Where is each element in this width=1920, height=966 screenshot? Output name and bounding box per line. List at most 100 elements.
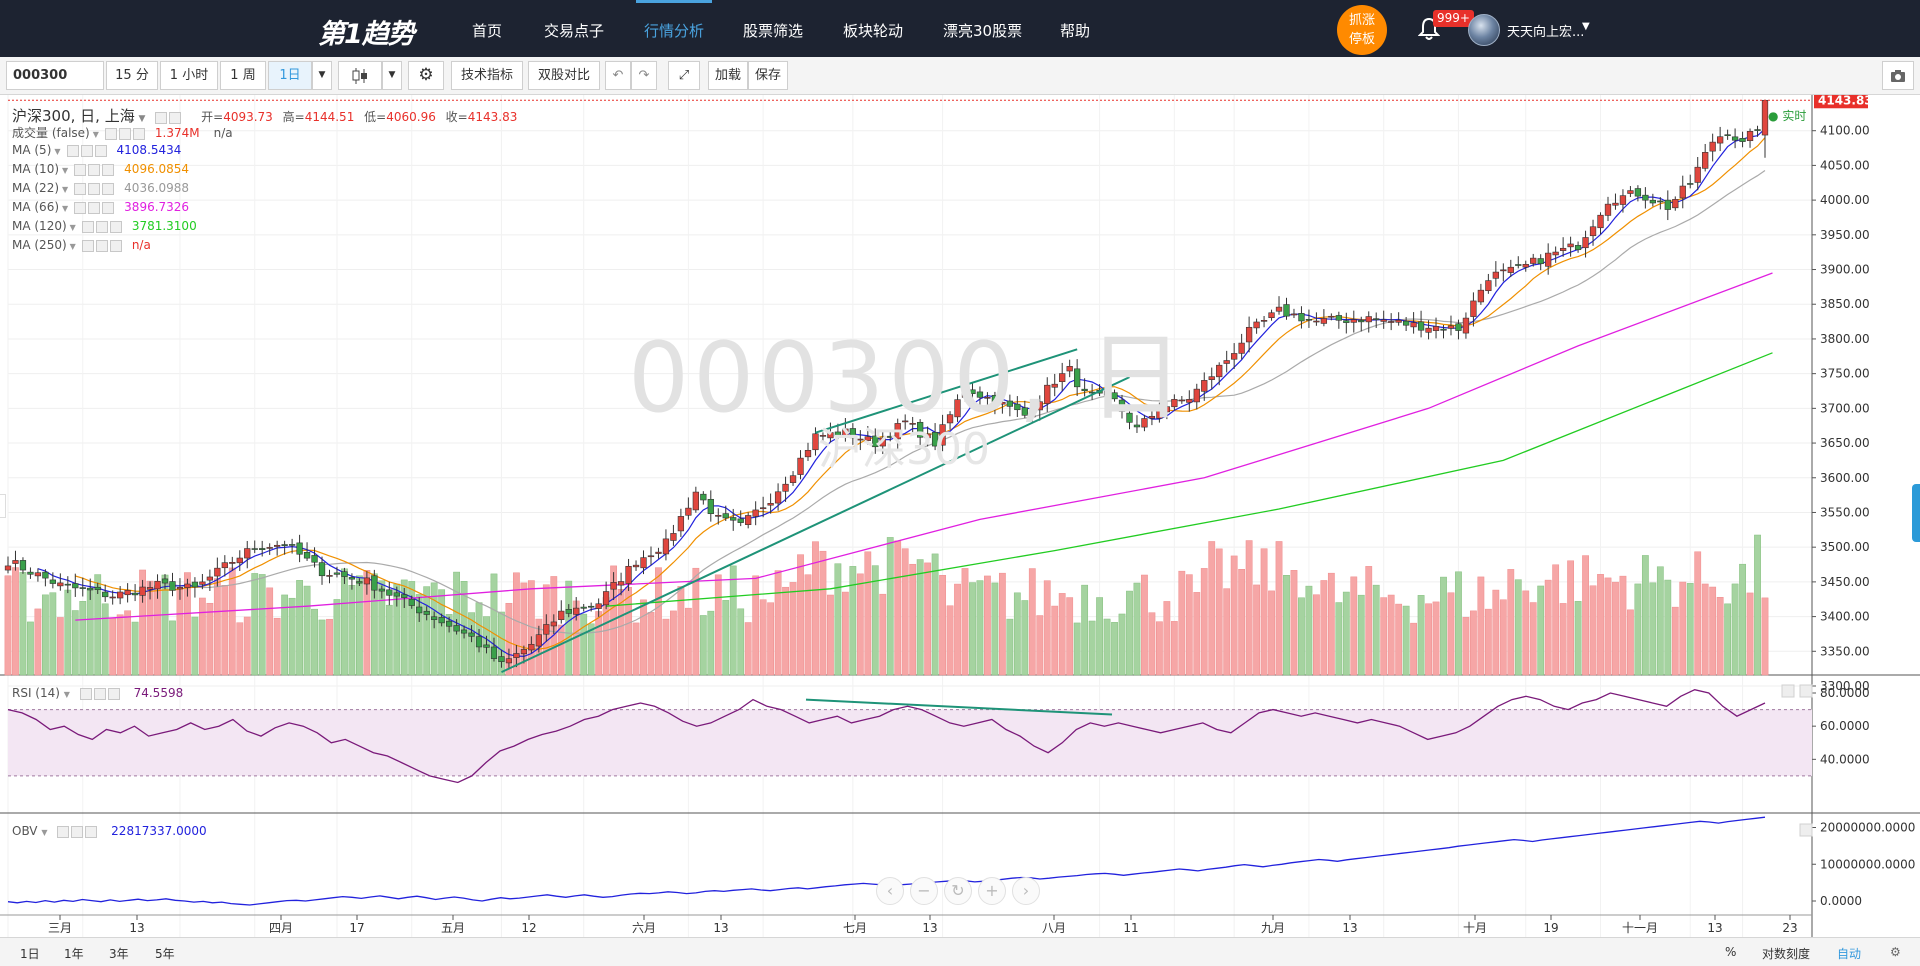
rsi-label[interactable]: RSI (14) [12,686,60,700]
indicator-controls[interactable] [66,144,109,158]
nav-stock-screener[interactable]: 股票筛选 [743,0,803,57]
indicator-controls[interactable] [74,182,116,196]
volume-bar [1290,570,1298,676]
volume-bar [1365,566,1373,676]
indicator-controls[interactable] [81,239,124,253]
title-controls[interactable] [155,111,183,125]
obv-label[interactable]: OBV [12,824,38,838]
indicator-label[interactable]: MA (22) [12,181,59,195]
chevron-down-icon[interactable]: ▼ [41,828,47,837]
obv-value: 22817337.0000 [111,824,207,838]
limit-up-button[interactable]: 抓涨 停板 [1337,5,1387,55]
technical-indicators-button[interactable]: 技术指标 [451,61,523,90]
top-navigation: 第1趋势 首页 交易点子 行情分析 股票筛选 板块轮动 漂亮30股票 帮助 抓涨… [0,0,1920,57]
camera-icon[interactable] [1882,61,1914,90]
volume-bar [213,578,221,676]
volume-bar [131,621,139,676]
panel-button [1781,684,1795,698]
range-1year[interactable]: 1年 [64,945,84,962]
nav-home[interactable]: 首页 [472,0,502,57]
symbol-input[interactable]: 000300 [6,61,104,90]
chart-area[interactable]: 4143.83 3300.00 3350.00 3400.00 3450.00 3500.… [0,95,1920,937]
price-axis-label: 3500.00 [1820,540,1870,554]
period-1week[interactable]: 1 周 [220,61,266,90]
candle-body [1552,251,1559,256]
log-scale-toggle[interactable]: 对数刻度 [1762,945,1810,962]
indicator-label[interactable]: MA (66) [12,200,59,214]
chevron-down-icon[interactable]: ▼ [62,185,68,194]
indicator-label[interactable]: 成交量 (false) [12,126,90,140]
site-logo[interactable]: 第1趋势 [318,12,415,51]
indicator-label[interactable]: MA (250) [12,238,67,252]
volume-bar [856,573,864,676]
volume-bar [1298,597,1305,676]
range-3year[interactable]: 3年 [109,945,129,962]
candle-type-icon[interactable] [338,61,382,90]
indicator-controls[interactable] [74,201,116,215]
load-button[interactable]: 加载 [708,61,748,90]
settings-gear-icon[interactable]: ⚙ [1890,945,1901,959]
auto-scale-toggle[interactable]: 自动 [1837,945,1861,962]
scroll-left-icon[interactable]: ‹ [876,877,904,905]
indicator-label[interactable]: MA (120) [12,219,67,233]
right-panel-handle[interactable] [1912,484,1920,542]
chart-type-dropdown-icon[interactable]: ▼ [382,61,402,90]
left-panel-handle[interactable] [0,494,6,518]
candle-body [266,547,273,549]
reset-icon[interactable]: ↻ [944,877,972,905]
avatar[interactable] [1468,14,1500,46]
chevron-down-icon[interactable]: ▼ [62,166,68,175]
nav-market-analysis[interactable]: 行情分析 [635,0,713,57]
candle-body [124,590,131,596]
indicator-label[interactable]: MA (10) [12,162,59,176]
undo-icon[interactable]: ↶ [605,61,631,90]
nav-trade-ideas[interactable]: 交易点子 [544,0,604,57]
scroll-right-icon[interactable]: › [1012,877,1040,905]
candle-body [1014,403,1021,411]
caret-down-icon[interactable]: ▼ [1582,21,1590,32]
indicator-controls[interactable] [104,127,147,141]
indicator-label[interactable]: MA (5) [12,143,51,157]
settings-gear-icon[interactable]: ⚙ [408,61,444,90]
zoom-in-icon[interactable]: + [978,877,1006,905]
nav-sector-rotation[interactable]: 板块轮动 [843,0,903,57]
fullscreen-icon[interactable]: ⤢ [668,61,700,90]
chevron-down-icon[interactable]: ▼ [93,130,99,139]
nav-help[interactable]: 帮助 [1060,0,1090,57]
username[interactable]: 天天向上宏... [1507,21,1584,40]
candle-body [1746,130,1754,142]
chevron-down-icon[interactable]: ▼ [54,147,60,156]
candle-body [341,571,348,577]
candle-body [969,389,976,394]
volume-bar [1238,569,1246,676]
nav-top30-stocks[interactable]: 漂亮30股票 [943,0,1022,57]
time-axis-label: 十月 [1463,921,1487,935]
period-1day[interactable]: 1日 [268,61,312,90]
indicator-controls[interactable] [74,163,116,177]
zoom-out-icon[interactable]: − [910,877,938,905]
period-1hour[interactable]: 1 小时 [160,61,218,90]
panel-button [1799,823,1813,837]
period-dropdown-icon[interactable]: ▼ [312,61,332,90]
candle-body [752,509,759,517]
period-15min[interactable]: 15 分 [106,61,158,90]
chevron-down-icon[interactable]: ▼ [62,204,68,213]
indicator-controls[interactable] [81,220,124,234]
obv-controls[interactable] [57,825,99,839]
percent-toggle[interactable]: % [1725,945,1736,959]
range-1day[interactable]: 1日 [20,945,40,962]
redo-icon[interactable]: ↷ [631,61,657,90]
chart-canvas[interactable]: 4143.833300.003350.003400.003450.003500.… [0,95,1920,937]
chevron-down-icon[interactable]: ▼ [64,690,70,699]
candle-body [438,617,445,624]
save-button[interactable]: 保存 [748,61,788,90]
rsi-controls[interactable] [79,687,122,701]
title-dropdown-icon[interactable]: ▼ [139,114,146,124]
chevron-down-icon[interactable]: ▼ [70,223,76,232]
candle-body [505,658,513,664]
range-5year[interactable]: 5年 [155,945,175,962]
compare-stocks-button[interactable]: 双股对比 [528,61,600,90]
chevron-down-icon[interactable]: ▼ [70,242,76,251]
chart-title[interactable]: 沪深300, 日, 上海 [12,107,135,125]
volume-bar [1656,566,1664,676]
